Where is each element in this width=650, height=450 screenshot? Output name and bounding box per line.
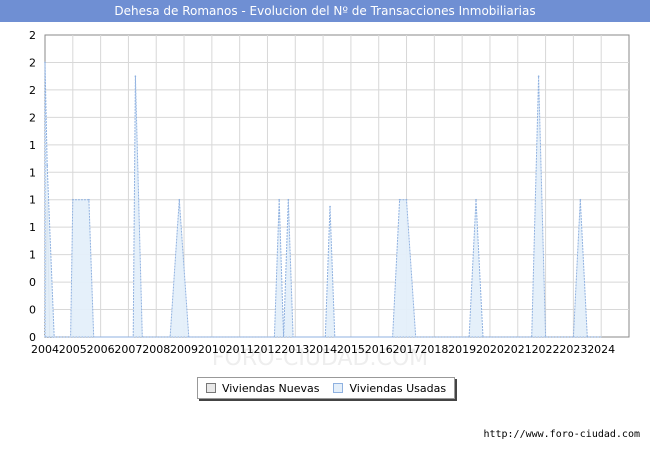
y-tick-label: 2	[29, 111, 36, 124]
x-tick-label: 2009	[170, 343, 198, 356]
x-tick-label: 2020	[476, 343, 504, 356]
y-tick-label: 2	[29, 29, 36, 42]
y-tick-label: 2	[29, 56, 36, 69]
point-usadas	[579, 198, 582, 201]
legend-swatch-usadas	[333, 383, 344, 393]
legend-label-usadas: Viviendas Usadas	[349, 381, 447, 395]
point-usadas	[44, 61, 46, 64]
x-tick-label: 2016	[365, 343, 393, 356]
y-tick-label: 2	[29, 84, 36, 97]
x-tick-label: 2022	[532, 343, 560, 356]
point-usadas	[329, 205, 331, 208]
x-tick-label: 2023	[559, 343, 587, 356]
x-tick-label: 2014	[309, 343, 337, 356]
point-usadas	[475, 198, 477, 201]
legend-label-nuevas: Viviendas Nuevas	[221, 381, 320, 395]
x-tick-label: 2018	[420, 343, 448, 356]
y-tick-label: 0	[29, 276, 36, 289]
x-tick-label: 2005	[59, 343, 87, 356]
legend: Viviendas Nuevas Viviendas Usadas	[197, 377, 455, 399]
x-tick-label: 2011	[226, 343, 254, 356]
x-tick-label: 2017	[393, 343, 421, 356]
y-tick-label: 0	[29, 304, 36, 317]
point-usadas	[278, 198, 280, 201]
point-usadas	[405, 198, 408, 201]
legend-item-usadas: Viviendas Usadas	[333, 382, 446, 395]
point-usadas	[46, 164, 49, 167]
legend-swatch-nuevas	[205, 383, 216, 393]
point-usadas	[88, 198, 90, 201]
x-tick-label: 2015	[337, 343, 365, 356]
point-usadas	[134, 75, 137, 77]
point-usadas	[178, 198, 181, 201]
footer-url[interactable]: http://www.foro-ciudad.com	[483, 429, 640, 440]
x-tick-label: 2004	[31, 343, 59, 356]
point-usadas	[72, 198, 74, 201]
x-tick-label: 2006	[87, 343, 115, 356]
y-tick-label: 1	[29, 249, 36, 262]
x-tick-label: 2021	[504, 343, 532, 356]
x-tick-label: 2019	[448, 343, 476, 356]
x-tick-label: 2010	[198, 343, 226, 356]
x-tick-label: 2024	[587, 343, 615, 356]
x-tick-label: 2013	[281, 343, 309, 356]
y-tick-label: 1	[29, 166, 36, 179]
x-tick-label: 2007	[114, 343, 142, 356]
y-tick-label: 1	[29, 194, 36, 207]
y-tick-label: 1	[29, 139, 36, 152]
point-usadas	[537, 75, 540, 77]
y-tick-label: 1	[29, 221, 36, 234]
point-usadas	[287, 198, 290, 201]
x-tick-label: 2008	[142, 343, 170, 356]
x-tick-label: 2012	[253, 343, 281, 356]
chart-title: Dehesa de Romanos - Evolucion del Nº de …	[0, 0, 650, 22]
point-usadas	[398, 198, 401, 201]
legend-item-nuevas: Viviendas Nuevas	[205, 381, 320, 395]
